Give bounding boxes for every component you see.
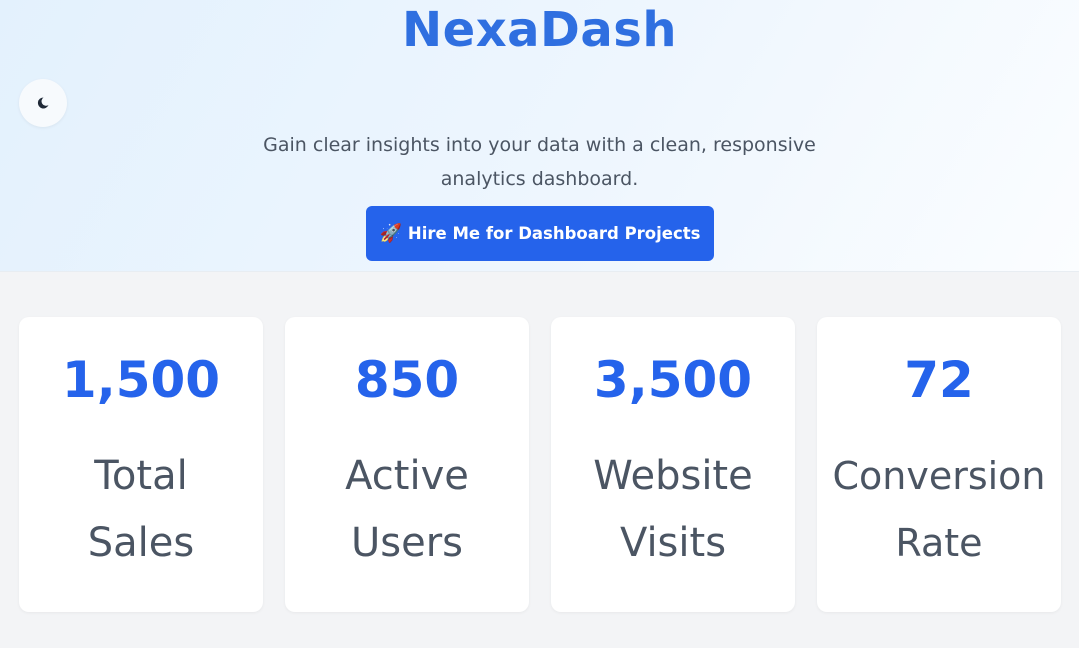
stat-label-line-2: Rate	[895, 521, 983, 565]
stat-value: 1,500	[61, 351, 221, 409]
hero-tagline: Gain clear insights into your data with …	[240, 128, 839, 196]
stat-label: Active Users	[285, 443, 529, 577]
stats-cards: 1,500 Total Sales 850 Active Users 3,500…	[0, 317, 1079, 612]
rocket-icon: 🚀	[379, 223, 402, 244]
theme-toggle-button[interactable]	[19, 79, 67, 127]
stat-label: Website Visits	[551, 443, 795, 577]
stat-label-line-2: Visits	[619, 520, 727, 566]
stat-label: Conversion Rate	[817, 443, 1061, 577]
stat-label-line-2: Users	[350, 520, 463, 566]
stat-value: 72	[904, 351, 974, 409]
stat-card-active-users: 850 Active Users	[285, 317, 529, 612]
stat-value: 3,500	[593, 351, 753, 409]
tagline-line-1: Gain clear insights into your data with …	[263, 134, 816, 156]
tagline-line-2: analytics dashboard.	[440, 168, 639, 190]
stat-label-line-2: Sales	[87, 520, 195, 566]
stat-label-line-1: Active	[345, 453, 469, 499]
stat-card-total-sales: 1,500 Total Sales	[19, 317, 263, 612]
stat-card-conversion-rate: 72 Conversion Rate	[817, 317, 1061, 612]
stat-label: Total Sales	[19, 443, 263, 577]
stat-label-line-1: Website	[593, 453, 753, 499]
moon-icon	[36, 96, 50, 110]
hero-section: NexaDash Gain clear insights into your d…	[0, 0, 1079, 272]
brand-title: NexaDash	[401, 2, 678, 58]
hire-me-label: Hire Me for Dashboard Projects	[407, 224, 701, 243]
stat-label-line-1: Conversion	[832, 454, 1046, 498]
stat-value: 850	[354, 351, 460, 409]
stat-card-website-visits: 3,500 Website Visits	[551, 317, 795, 612]
stat-label-line-1: Total	[94, 453, 188, 499]
hire-me-button[interactable]: 🚀 Hire Me for Dashboard Projects	[366, 206, 714, 261]
